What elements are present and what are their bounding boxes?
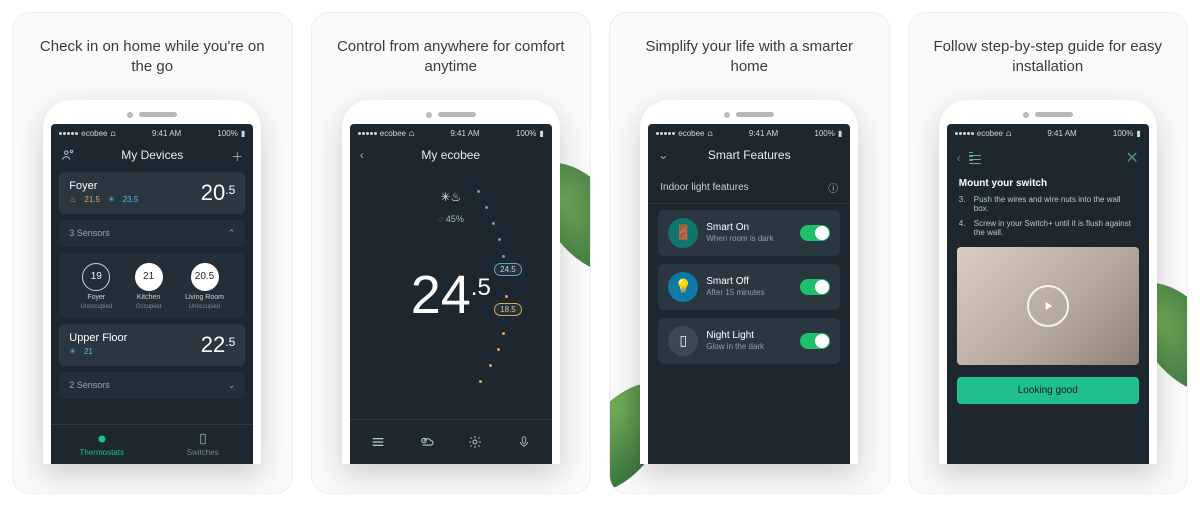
tab-thermostats[interactable]: Thermostats — [51, 425, 152, 464]
setpoint-cool[interactable]: 24.5 — [494, 263, 522, 276]
door-light-icon: 🚪 — [668, 218, 698, 248]
close-icon[interactable]: ✕ — [1125, 148, 1138, 168]
humidity-label: ✳♨ — [440, 190, 461, 204]
caption: Control from anywhere for comfort anytim… — [312, 37, 591, 78]
screen-title: Smart Features — [708, 148, 791, 162]
room-name: Upper Floor — [69, 332, 127, 344]
guide-step-4: 4. Screw in your Switch+ until it is flu… — [947, 219, 1149, 237]
guide-toolbar: ‹ ✕ — [947, 142, 1149, 174]
weather-icon[interactable] — [415, 430, 439, 454]
title-bar: ⌄ Smart Features — [648, 142, 850, 172]
sensor-list: 19 Foyer Unoccupied 21 Kitchen Occupied … — [59, 253, 245, 318]
chevron-down-icon: ⌄ — [228, 380, 236, 391]
caption: Follow step-by-step guide for easy insta… — [909, 37, 1188, 78]
screen-install-guide: ecobee ⩍ 9:41 AM 100% ▮ ‹ ✕ Mount your s… — [947, 124, 1149, 464]
setpoint-heat[interactable]: 18.5 — [494, 303, 522, 316]
room-temp: 22.5 — [201, 332, 236, 358]
sensor-kitchen[interactable]: 21 Kitchen Occupied — [135, 263, 163, 310]
toggle-on[interactable] — [800, 333, 830, 349]
room-name: Foyer — [69, 180, 138, 192]
status-bar: ecobee ⩍ 9:41 AM 100% ▮ — [350, 124, 552, 142]
snowflake-icon: ✳ — [108, 195, 115, 204]
tab-switches[interactable]: Switches — [152, 425, 253, 464]
play-icon[interactable] — [1027, 285, 1069, 327]
feature-smart-off[interactable]: 💡 Smart Off After 15 minutes — [658, 264, 840, 310]
info-icon[interactable]: ⓘ — [828, 180, 838, 195]
guide-title: Mount your switch — [959, 178, 1137, 189]
thermostat-toolbar — [350, 419, 552, 464]
caption: Check in on home while you're on the go — [13, 37, 292, 78]
setpoint-arc[interactable]: 24.5 18.5 — [462, 186, 522, 389]
add-icon[interactable]: ＋ — [231, 148, 243, 165]
snowflake-icon: ✳ — [69, 347, 76, 356]
back-icon[interactable]: ‹ — [957, 151, 961, 165]
account-icon[interactable] — [61, 148, 75, 165]
screen-title: My Devices — [121, 148, 183, 162]
guide-step-3: 3. Push the wires and wire nuts into the… — [947, 195, 1149, 213]
snowflake-flame-icon: ✳♨ — [440, 190, 461, 204]
battery-icon: ▮ — [241, 129, 245, 138]
sensor-expand-row-2[interactable]: 2 Sensors ⌄ — [59, 372, 245, 399]
promo-card-4: Follow step-by-step guide for easy insta… — [908, 12, 1189, 494]
phone-mock: ecobee ⩍ 9:41 AM 100% ▮ ‹ My ecobee ✳♨ ◌… — [342, 100, 560, 464]
screen-devices: ecobee ⩍ 9:41 AM 100%▮ My Devices ＋ Foye… — [51, 124, 253, 464]
status-bar: ecobee ⩍ 9:41 AM 100%▮ — [51, 124, 253, 142]
switch-glow-icon: ▯ — [668, 326, 698, 356]
menu-icon[interactable] — [366, 430, 390, 454]
screen-smart-features: ecobee ⩍ 9:41 AM 100% ▮ ⌄ Smart Features… — [648, 124, 850, 464]
bottom-tabs: Thermostats Switches — [51, 424, 253, 464]
chevron-up-icon: ⌃ — [228, 228, 236, 239]
sensor-foyer[interactable]: 19 Foyer Unoccupied — [80, 263, 112, 310]
status-bar: ecobee ⩍ 9:41 AM 100% ▮ — [648, 124, 850, 142]
promo-card-3: Simplify your life with a smarter home e… — [609, 12, 890, 494]
lamp-icon: 💡 — [668, 272, 698, 302]
room-card-upper[interactable]: Upper Floor ✳21 22.5 — [59, 324, 245, 366]
status-bar: ecobee ⩍ 9:41 AM 100% ▮ — [947, 124, 1149, 142]
promo-card-1: Check in on home while you're on the go … — [12, 12, 293, 494]
droplet-icon: ◌ — [438, 214, 443, 224]
flame-icon: ♨ — [69, 195, 76, 204]
phone-mock: ecobee ⩍ 9:41 AM 100%▮ My Devices ＋ Foye… — [43, 100, 261, 464]
screen-thermostat: ecobee ⩍ 9:41 AM 100% ▮ ‹ My ecobee ✳♨ ◌… — [350, 124, 552, 464]
sensor-livingroom[interactable]: 20.5 Living Room Unoccupied — [185, 263, 224, 310]
feature-smart-on[interactable]: 🚪 Smart On When room is dark — [658, 210, 840, 256]
steps-list-icon[interactable] — [969, 152, 981, 164]
looking-good-button[interactable]: Looking good — [957, 377, 1139, 404]
feature-night-light[interactable]: ▯ Night Light Glow in the dark — [658, 318, 840, 364]
title-bar: ‹ My ecobee — [350, 142, 552, 172]
back-icon[interactable]: ‹ — [360, 148, 364, 162]
room-card-foyer[interactable]: Foyer ♨21.5 ✳23.5 20.5 — [59, 172, 245, 214]
sensor-expand-row[interactable]: 3 Sensors ⌃ — [59, 220, 245, 247]
phone-mock: ecobee ⩍ 9:41 AM 100% ▮ ‹ ✕ Mount your s… — [939, 100, 1157, 464]
mic-icon[interactable] — [512, 430, 536, 454]
caption: Simplify your life with a smarter home — [610, 37, 889, 78]
thermostat-stage[interactable]: ✳♨ ◌45% 24.5 24.5 18.5 — [350, 172, 552, 419]
phone-mock: ecobee ⩍ 9:41 AM 100% ▮ ⌄ Smart Features… — [640, 100, 858, 464]
room-temp: 20.5 — [201, 180, 236, 206]
wifi-icon: ⩍ — [111, 129, 116, 139]
promo-card-2: Control from anywhere for comfort anytim… — [311, 12, 592, 494]
install-video[interactable] — [957, 247, 1139, 365]
section-header: Indoor light features ⓘ — [648, 172, 850, 204]
title-bar: My Devices ＋ — [51, 142, 253, 172]
screen-title: My ecobee — [421, 148, 480, 162]
toggle-on[interactable] — [800, 225, 830, 241]
chevron-down-icon[interactable]: ⌄ — [658, 148, 668, 162]
toggle-on[interactable] — [800, 279, 830, 295]
quick-changes-icon[interactable] — [463, 430, 487, 454]
